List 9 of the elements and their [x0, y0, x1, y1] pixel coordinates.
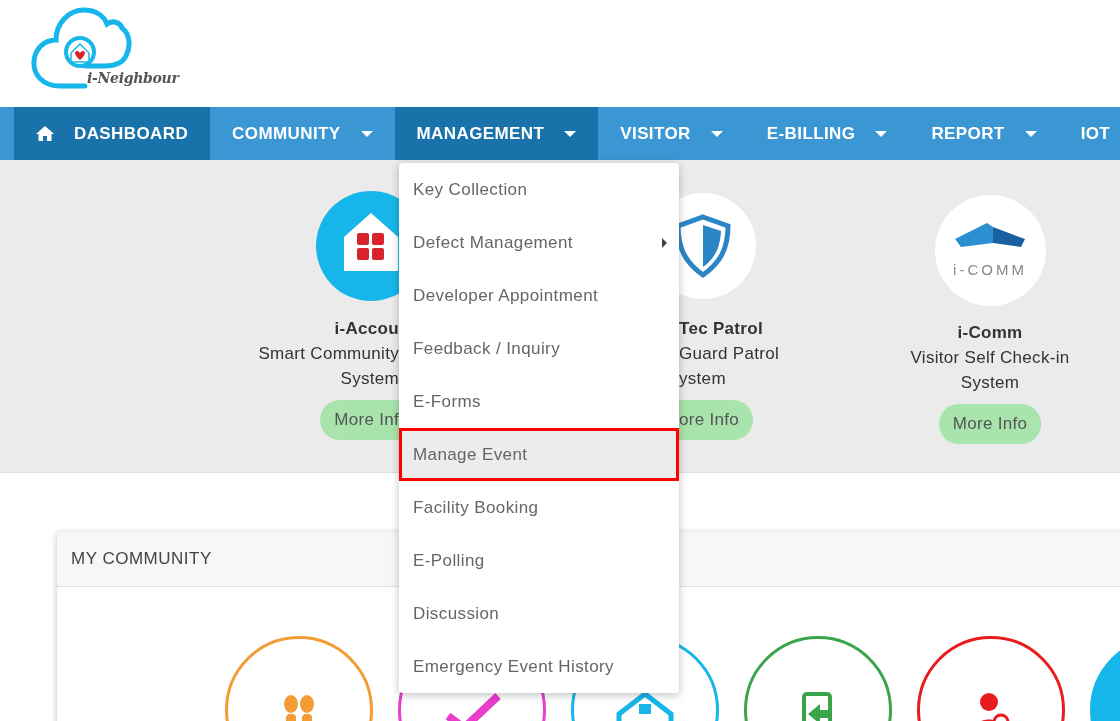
app-description: Guard Patrol ystem: [679, 343, 779, 390]
logo-text: i-COMM: [953, 259, 1027, 280]
app-title: Tec Patrol: [679, 318, 763, 340]
logo-text: i-Neighbour: [87, 70, 179, 86]
app-description: Visitor Self Check-in System: [910, 347, 1070, 394]
app-title: i-Accou: [334, 318, 399, 340]
app-description: Smart Community System: [258, 343, 399, 390]
app-title: i-Comm: [957, 322, 1023, 344]
panel-title: MY COMMUNITY: [71, 549, 212, 569]
